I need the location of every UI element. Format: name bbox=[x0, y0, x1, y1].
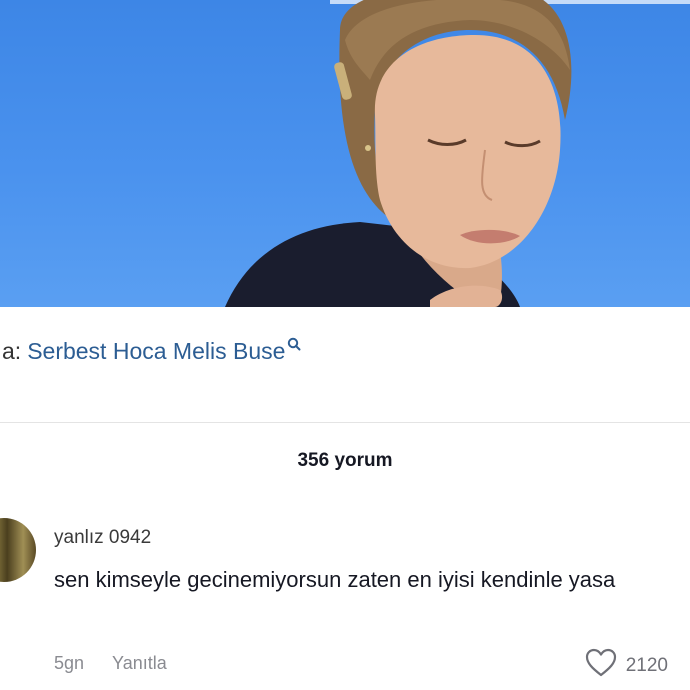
avatar[interactable] bbox=[0, 518, 36, 582]
comment-count: 356 yorum bbox=[297, 450, 393, 471]
video-thumbnail bbox=[225, 0, 690, 307]
reply-button[interactable]: Yanıtla bbox=[112, 653, 167, 674]
caption-search-link[interactable]: Serbest Hoca Melis Buse bbox=[27, 338, 285, 365]
caption-prefix: a: bbox=[2, 338, 22, 364]
video-frame[interactable] bbox=[0, 0, 690, 307]
comment-meta: 5gn Yanıtla bbox=[54, 653, 167, 674]
like-button[interactable]: 2120 bbox=[584, 648, 668, 684]
caption-row: a: Serbest Hoca Melis Buse bbox=[0, 337, 301, 382]
heart-icon[interactable] bbox=[584, 648, 618, 684]
comment-text: sen kimseyle gecinemiyorsun zaten en iyi… bbox=[54, 567, 616, 592]
comment-age: 5gn bbox=[54, 653, 85, 673]
search-icon[interactable] bbox=[287, 337, 301, 356]
comment-username[interactable]: yanlız 0942 bbox=[54, 527, 151, 549]
like-count: 2120 bbox=[625, 655, 668, 676]
divider bbox=[0, 422, 690, 423]
